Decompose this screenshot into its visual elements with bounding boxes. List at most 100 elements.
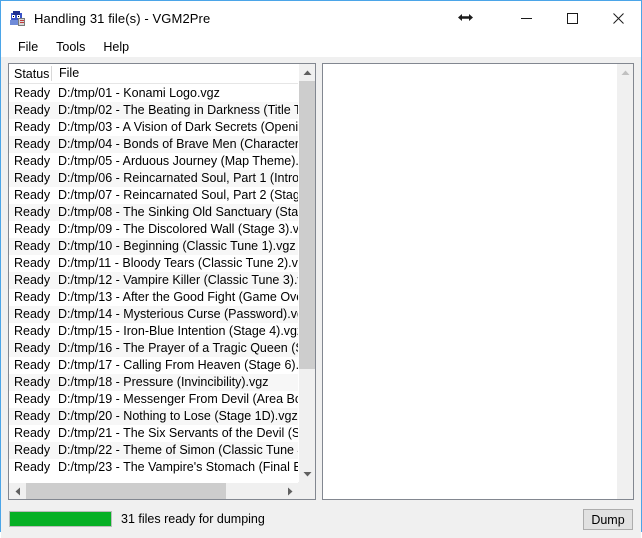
app-icon [10, 10, 26, 27]
row-file: D:/tmp/19 - Messenger From Devil (Area B… [58, 392, 298, 406]
file-list-header: Status File [9, 64, 315, 84]
log-text-area[interactable] [323, 64, 616, 499]
window-title: Handling 31 file(s) - VGM2Pre [34, 11, 211, 26]
row-status: Ready [14, 222, 51, 236]
horizontal-scroll-thumb[interactable] [26, 483, 226, 499]
log-pane [322, 63, 634, 500]
row-status: Ready [14, 409, 51, 423]
row-file: D:/tmp/12 - Vampire Killer (Classic Tune… [58, 273, 298, 287]
row-status: Ready [14, 426, 51, 440]
scrollbar-corner [298, 482, 315, 499]
row-status: Ready [14, 137, 51, 151]
table-row[interactable]: Ready D:/tmp/07 - Reincarnated Soul, Part… [9, 187, 298, 204]
vertical-scroll-track[interactable] [299, 81, 315, 465]
row-file: D:/tmp/08 - The Sinking Old Sanctuary (S… [58, 205, 298, 219]
row-file: D:/tmp/13 - After the Good Fight (Game O… [58, 290, 298, 304]
row-file: D:/tmp/20 - Nothing to Lose (Stage 1D).v… [58, 409, 298, 423]
row-status: Ready [14, 290, 51, 304]
row-file: D:/tmp/02 - The Beating in Darkness (Tit… [58, 103, 298, 117]
table-row[interactable]: Ready D:/tmp/04 - Bonds of Brave Men (Cha… [9, 136, 298, 153]
table-row[interactable]: Ready D:/tmp/09 - The Discolored Wall (St… [9, 221, 298, 238]
column-header-status[interactable]: Status [9, 67, 51, 81]
row-status: Ready [14, 239, 51, 253]
file-list-horizontal-scrollbar[interactable] [9, 482, 298, 499]
table-row[interactable]: Ready D:/tmp/15 - Iron-Blue Intention (St… [9, 323, 298, 340]
table-row[interactable]: Ready D:/tmp/22 - Theme of Simon (Classic… [9, 442, 298, 459]
progress-bar [9, 511, 112, 527]
table-row[interactable]: Ready D:/tmp/23 - The Vampire's Stomach (… [9, 459, 298, 476]
table-row[interactable]: Ready D:/tmp/21 - The Six Servants of the… [9, 425, 298, 442]
row-status: Ready [14, 103, 51, 117]
row-status: Ready [14, 375, 51, 389]
minimize-icon[interactable] [503, 1, 549, 36]
table-row[interactable]: Ready D:/tmp/03 - A Vision of Dark Secret… [9, 119, 298, 136]
row-status: Ready [14, 86, 51, 100]
row-status: Ready [14, 256, 51, 270]
row-file: D:/tmp/07 - Reincarnated Soul, Part 2 (S… [58, 188, 298, 202]
scroll-left-icon[interactable] [9, 483, 26, 499]
row-status: Ready [14, 324, 51, 338]
row-file: D:/tmp/05 - Arduous Journey (Map Theme).… [58, 154, 298, 168]
table-row[interactable]: Ready D:/tmp/16 - The Prayer of a Tragic … [9, 340, 298, 357]
table-row[interactable]: Ready D:/tmp/12 - Vampire Killer (Classic… [9, 272, 298, 289]
status-message: 31 files ready for dumping [121, 512, 265, 526]
table-row[interactable]: Ready D:/tmp/08 - The Sinking Old Sanctua… [9, 204, 298, 221]
maximize-icon[interactable] [549, 1, 595, 36]
file-list-pane: Status File Ready D:/tmp/01 - Konami Logo… [8, 63, 316, 500]
table-row[interactable]: Ready D:/tmp/13 - After the Good Fight (G… [9, 289, 298, 306]
table-row[interactable]: Ready D:/tmp/11 - Bloody Tears (Classic T… [9, 255, 298, 272]
table-row[interactable]: Ready D:/tmp/10 - Beginning (Classic Tune… [9, 238, 298, 255]
table-row[interactable]: Ready D:/tmp/05 - Arduous Journey (Map Th… [9, 153, 298, 170]
row-file: D:/tmp/21 - The Six Servants of the Devi… [58, 426, 298, 440]
table-row[interactable]: Ready D:/tmp/17 - Calling From Heaven (St… [9, 357, 298, 374]
row-status: Ready [14, 188, 51, 202]
close-icon[interactable] [595, 1, 641, 36]
table-row[interactable]: Ready D:/tmp/14 - Mysterious Curse (Passw… [9, 306, 298, 323]
vertical-scroll-thumb[interactable] [299, 81, 315, 369]
row-file: D:/tmp/03 - A Vision of Dark Secrets (Op… [58, 120, 298, 134]
menu-item-tools[interactable]: Tools [47, 38, 94, 56]
row-status: Ready [14, 460, 51, 474]
row-status: Ready [14, 154, 51, 168]
table-row[interactable]: Ready D:/tmp/01 - Konami Logo.vgz [9, 85, 298, 102]
dump-button[interactable]: Dump [583, 509, 633, 530]
row-status: Ready [14, 443, 51, 457]
menu-item-file[interactable]: File [9, 38, 47, 56]
table-row[interactable]: Ready D:/tmp/06 - Reincarnated Soul, Part… [9, 170, 298, 187]
application-window: Handling 31 file(s) - VGM2Pre File Tools… [0, 0, 642, 538]
table-row[interactable]: Ready D:/tmp/02 - The Beating in Darkness… [9, 102, 298, 119]
file-list-rows[interactable]: Ready D:/tmp/01 - Konami Logo.vgz Ready D:/… [9, 85, 298, 481]
table-row[interactable]: Ready D:/tmp/18 - Pressure (Invincibility… [9, 374, 298, 391]
file-list-vertical-scrollbar[interactable] [298, 64, 315, 482]
row-status: Ready [14, 171, 51, 185]
column-header-file[interactable]: File [51, 66, 79, 81]
row-file: D:/tmp/11 - Bloody Tears (Classic Tune 2… [58, 256, 298, 270]
row-file: D:/tmp/09 - The Discolored Wall (Stage 3… [58, 222, 298, 236]
row-file: D:/tmp/16 - The Prayer of a Tragic Queen… [58, 341, 298, 355]
row-status: Ready [14, 205, 51, 219]
title-bar: Handling 31 file(s) - VGM2Pre [1, 1, 641, 36]
row-file: D:/tmp/22 - Theme of Simon (Classic Tune… [58, 443, 298, 457]
scroll-right-icon[interactable] [281, 483, 298, 499]
scroll-down-icon[interactable] [299, 465, 315, 482]
horizontal-resize-cursor [456, 8, 474, 26]
row-status: Ready [14, 341, 51, 355]
table-row[interactable]: Ready D:/tmp/20 - Nothing to Lose (Stage … [9, 408, 298, 425]
scroll-up-icon[interactable] [299, 64, 315, 81]
menu-item-help[interactable]: Help [94, 38, 138, 56]
row-status: Ready [14, 307, 51, 321]
row-status: Ready [14, 273, 51, 287]
log-vertical-scrollbar[interactable] [616, 64, 633, 499]
row-file: D:/tmp/23 - The Vampire's Stomach (Final… [58, 460, 298, 474]
row-file: D:/tmp/01 - Konami Logo.vgz [58, 86, 220, 100]
row-file: D:/tmp/17 - Calling From Heaven (Stage 6… [58, 358, 298, 372]
log-scroll-up-icon[interactable] [617, 64, 633, 81]
table-row[interactable]: Ready D:/tmp/19 - Messenger From Devil (A… [9, 391, 298, 408]
window-controls [503, 1, 641, 36]
row-status: Ready [14, 358, 51, 372]
row-file: D:/tmp/15 - Iron-Blue Intention (Stage 4… [58, 324, 298, 338]
status-bar: 31 files ready for dumping Dump [1, 500, 641, 538]
row-file: D:/tmp/10 - Beginning (Classic Tune 1).v… [58, 239, 296, 253]
content-area: Status File Ready D:/tmp/01 - Konami Logo… [1, 57, 641, 500]
row-file: D:/tmp/04 - Bonds of Brave Men (Characte… [58, 137, 298, 151]
